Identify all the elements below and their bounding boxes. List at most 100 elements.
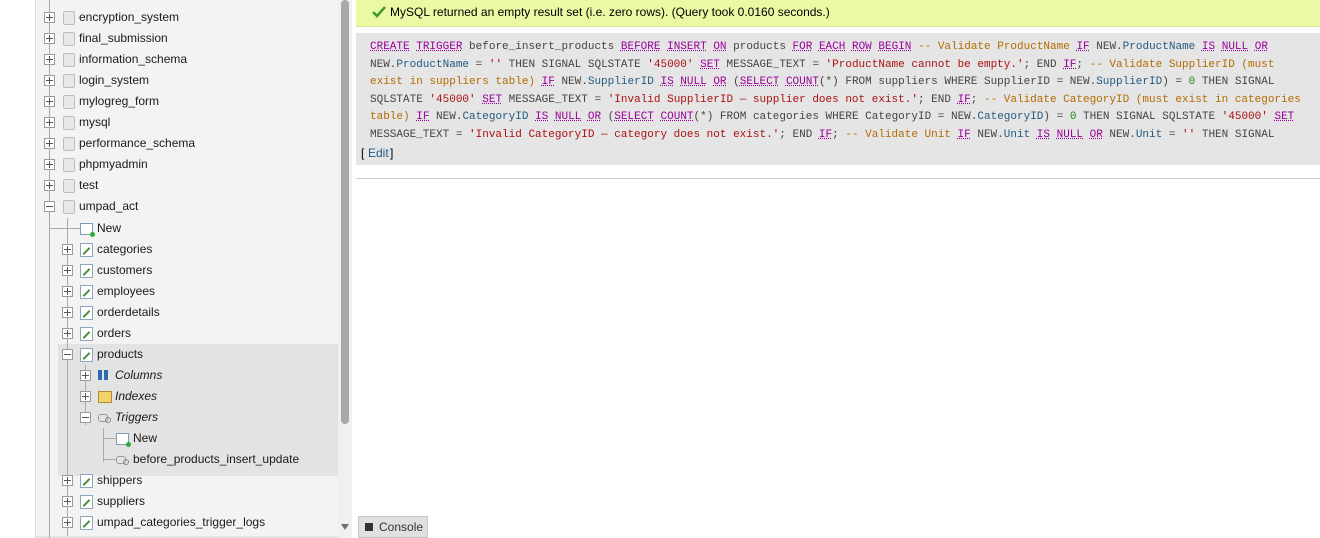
sql-token: NEW. (370, 58, 397, 71)
tree-item-label[interactable]: umpad_act (79, 196, 138, 217)
tree-item-label[interactable]: categories (97, 239, 152, 260)
expand-icon[interactable] (44, 33, 55, 44)
nav-scrollbar[interactable] (338, 0, 352, 538)
tree-item-label[interactable]: suppliers (97, 491, 145, 512)
db-item-encryption_system[interactable]: encryption_system (36, 7, 338, 28)
sql-token: MESSAGE_TEXT = (502, 93, 608, 106)
expand-icon[interactable] (62, 244, 73, 255)
tree-item-label[interactable]: New (97, 218, 121, 239)
db-item-information_schema[interactable]: information_schema (36, 49, 338, 70)
triggers-item[interactable]: Triggers (36, 407, 338, 428)
expand-icon[interactable] (44, 159, 55, 170)
expand-icon[interactable] (62, 496, 73, 507)
trigger-item-before-products-insert-update[interactable]: before_products_insert_update (36, 449, 338, 470)
scroll-down-arrow-icon[interactable] (341, 524, 349, 530)
db-item-umpad_act[interactable]: umpad_act (36, 196, 338, 217)
tree-item-label[interactable]: login_system (79, 70, 149, 91)
new-trigger-item[interactable]: New (36, 428, 338, 449)
table-item-products[interactable]: products (36, 344, 338, 365)
expand-icon[interactable] (62, 517, 73, 528)
expand-icon[interactable] (80, 370, 91, 381)
new-table-item[interactable]: New (36, 218, 338, 239)
tree-item-label[interactable]: information_schema (79, 49, 187, 70)
console-button[interactable]: Console (358, 516, 428, 538)
expand-icon[interactable] (44, 180, 55, 191)
db-item-login_system[interactable]: login_system (36, 70, 338, 91)
scrollbar-thumb[interactable] (341, 0, 349, 424)
table-item-employees[interactable]: employees (36, 281, 338, 302)
expand-icon[interactable] (44, 117, 55, 128)
expand-icon[interactable] (62, 475, 73, 486)
table-item-categories[interactable]: categories (36, 239, 338, 260)
success-message-bar: MySQL returned an empty result set (i.e.… (356, 0, 1320, 27)
collapse-icon[interactable] (44, 201, 55, 212)
sql-token: Unit (1135, 128, 1163, 141)
expand-icon[interactable] (62, 286, 73, 297)
sql-token: SET (1274, 111, 1295, 124)
table-item-suppliers[interactable]: suppliers (36, 491, 338, 512)
sql-token: NEW. (554, 76, 588, 89)
tree-item-label[interactable]: mysql (79, 112, 110, 133)
columns-item[interactable]: Columns (36, 365, 338, 386)
sql-token: CREATE (370, 41, 410, 53)
db-item-mysql[interactable]: mysql (36, 112, 338, 133)
collapse-icon[interactable] (62, 349, 73, 360)
tree-item-label[interactable]: performance_schema (79, 133, 195, 154)
tree-item-label[interactable]: products (97, 344, 143, 365)
tree-item-label[interactable]: orderdetails (97, 302, 160, 323)
db-item-mylogreg_form[interactable]: mylogreg_form (36, 91, 338, 112)
edit-open-bracket: [ (361, 146, 365, 160)
sql-token: ) = (1162, 76, 1189, 89)
tree-item-label[interactable]: Columns (115, 365, 162, 386)
sql-token: IF (957, 93, 971, 106)
tree-item-label[interactable]: final_submission (79, 28, 168, 49)
indexes-item[interactable]: Indexes (36, 386, 338, 407)
edit-query-link[interactable]: Edit (368, 141, 389, 165)
sql-token: = (1162, 128, 1183, 141)
sql-token: TRIGGER (416, 41, 463, 53)
tree-item-label[interactable]: before_products_insert_update (133, 449, 299, 470)
tree-item-label[interactable]: Indexes (115, 386, 157, 407)
expand-icon[interactable] (44, 54, 55, 65)
expand-icon[interactable] (44, 96, 55, 107)
expand-icon[interactable] (62, 328, 73, 339)
database-icon (63, 158, 75, 172)
tree-item-label[interactable]: umpad_categories_trigger_logs (97, 512, 265, 533)
tree-item-label[interactable]: employees (97, 281, 155, 302)
tree-item-label[interactable]: customers (97, 260, 152, 281)
db-item-final_submission[interactable]: final_submission (36, 28, 338, 49)
table-item-customers[interactable]: customers (36, 260, 338, 281)
sql-token: ) = (1043, 111, 1070, 124)
tree-line (103, 438, 116, 439)
db-item-performance_schema[interactable]: performance_schema (36, 133, 338, 154)
table-item-orderdetails[interactable]: orderdetails (36, 302, 338, 323)
table-item-umpad_categories_trigger_logs[interactable]: umpad_categories_trigger_logs (36, 512, 338, 533)
tree-item-label[interactable]: shippers (97, 470, 142, 491)
table-item-shippers[interactable]: shippers (36, 470, 338, 491)
expand-icon[interactable] (44, 12, 55, 23)
sql-token: 'ProductName cannot be empty.' (825, 58, 1024, 71)
sql-token: SET (482, 93, 503, 106)
tree-item-label[interactable]: New (133, 428, 157, 449)
tree-item-label[interactable]: orders (97, 323, 131, 344)
db-item-test[interactable]: test (36, 175, 338, 196)
sql-token: '' (488, 58, 503, 71)
expand-icon[interactable] (44, 75, 55, 86)
db-item-phpmyadmin[interactable]: phpmyadmin (36, 154, 338, 175)
table-item-orders[interactable]: orders (36, 323, 338, 344)
expand-icon[interactable] (62, 307, 73, 318)
sql-token: NULL (680, 76, 707, 89)
expand-icon[interactable] (44, 138, 55, 149)
tree-item-label[interactable]: mylogreg_form (79, 91, 159, 112)
tree-item-label[interactable]: phpmyadmin (79, 154, 148, 175)
collapse-icon[interactable] (80, 412, 91, 423)
sql-token: 'Invalid SupplierID — supplier does not … (607, 93, 918, 106)
edit-close-bracket: ] (390, 146, 394, 160)
expand-icon[interactable] (62, 265, 73, 276)
sql-token: ; (832, 128, 846, 141)
tree-item-label[interactable]: test (79, 175, 98, 196)
tree-item-label[interactable]: encryption_system (79, 7, 179, 28)
expand-icon[interactable] (80, 391, 91, 402)
tree-item-label[interactable]: Triggers (115, 407, 158, 428)
